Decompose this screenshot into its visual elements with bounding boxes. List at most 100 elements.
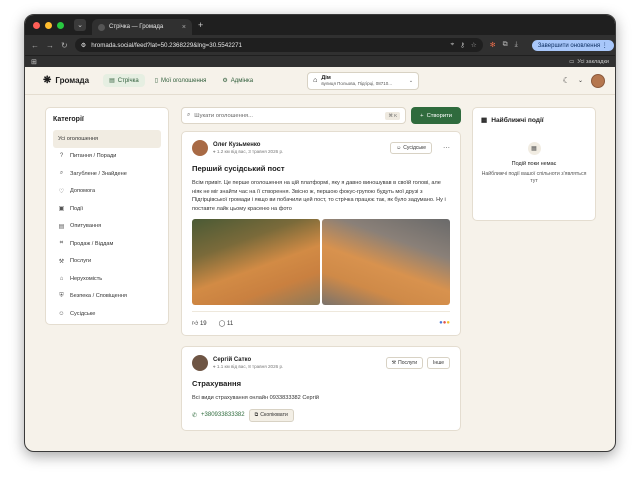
- create-button[interactable]: + Створити: [411, 107, 461, 124]
- author-avatar[interactable]: [192, 140, 208, 156]
- category-icon: ⌗: [59, 240, 64, 247]
- categories-title: Категорії: [53, 116, 84, 123]
- category-item[interactable]: ⌕ Загублене / Знайдене: [53, 165, 161, 183]
- bookmarks-bar: ⊞ ▭ Усі закладки: [25, 55, 615, 67]
- post-author[interactable]: Сергій Сатко: [213, 357, 283, 363]
- browser-window: ⌄ Стрічка — Громада × + ← → ↻ ⚙ hromada.…: [24, 14, 616, 452]
- subcategory-badge-label: Інше: [433, 360, 444, 367]
- chevron-down-icon[interactable]: ⌄: [578, 77, 583, 84]
- author-avatar[interactable]: [192, 355, 208, 372]
- tab-search-icon[interactable]: ⌄: [74, 19, 86, 31]
- location-icon[interactable]: ⌖: [450, 41, 454, 49]
- site-info-icon[interactable]: ⚙: [81, 42, 87, 49]
- feed-icon: ▤: [109, 78, 115, 84]
- new-tab-icon[interactable]: +: [198, 20, 203, 30]
- category-icon: ▣: [58, 206, 65, 213]
- close-tab-icon[interactable]: ×: [182, 24, 186, 31]
- category-item[interactable]: ⛨ Безпека / Сповіщення: [53, 288, 161, 306]
- reaction-emojis[interactable]: ●●●: [439, 320, 450, 326]
- all-bookmarks[interactable]: ▭ Усі закладки: [569, 59, 609, 65]
- bookmark-star-icon[interactable]: ☆: [471, 41, 477, 49]
- category-label: Загублене / Знайдене: [70, 170, 127, 177]
- category-icon: ⌂: [59, 275, 64, 282]
- category-label: Допомога: [70, 188, 96, 195]
- browser-tab[interactable]: Стрічка — Громада ×: [92, 19, 192, 35]
- category-item[interactable]: ⚒ Послуги: [53, 253, 161, 271]
- category-icon: ⌕: [59, 170, 64, 177]
- copy-button[interactable]: ⧉ Скопіювати: [248, 408, 294, 422]
- url-field[interactable]: ⚙ hromada.social/feed?lat=50.2368229&lng…: [74, 38, 483, 52]
- subcategory-badge[interactable]: Інше: [427, 357, 450, 370]
- post-reactions: 👍︎ 19 ◯ 11 ●●●: [192, 311, 450, 327]
- calendar-icon: ▦: [481, 117, 488, 124]
- calendar-empty-icon: ▦: [527, 142, 541, 155]
- post-body: Всім привіт. Це перше оголошення на цій …: [192, 180, 446, 212]
- categories-panel: Категорії Усі оголошення ? Питання / Порад…: [45, 107, 169, 325]
- password-key-icon[interactable]: ⚷: [460, 41, 465, 49]
- category-item[interactable]: ⌗ Продаж / Віддам: [53, 235, 161, 253]
- cat-photo[interactable]: [322, 219, 450, 306]
- comment-button[interactable]: ◯ 11: [219, 320, 234, 327]
- post-card[interactable]: Олег Кузьменко ⌖ 1.2 км від вас, 3 травн…: [181, 131, 461, 337]
- copy-button-label: Скопіювати: [260, 411, 288, 418]
- create-button-label: Створити: [426, 112, 452, 119]
- category-item[interactable]: ⌂ Нерухомість: [53, 270, 161, 288]
- maximize-window-button[interactable]: [57, 21, 64, 29]
- category-item[interactable]: Усі оголошення: [53, 130, 161, 148]
- nav-feed-label: Стрічка: [117, 77, 139, 84]
- category-label: Сусідське: [70, 310, 96, 317]
- update-browser-button[interactable]: Завершити оновлення ⋮: [531, 39, 614, 51]
- user-avatar[interactable]: [591, 73, 605, 88]
- minimize-window-button[interactable]: [45, 21, 52, 29]
- category-item[interactable]: ☺ Сусідське: [53, 305, 161, 323]
- feed: ⌕ Шукати оголошення... ⌘ K + Створити Ол…: [181, 107, 461, 441]
- window-controls: [33, 21, 64, 29]
- category-icon: ?: [59, 153, 64, 160]
- location-address: вулиця Польова, Підгірці, 08710...: [321, 81, 392, 86]
- category-icon: ♡: [58, 188, 65, 195]
- nav-feed[interactable]: ▤ Стрічка: [103, 74, 145, 87]
- nav-admin[interactable]: ⚙ Адмінка: [216, 74, 259, 87]
- reload-icon[interactable]: ↻: [61, 41, 68, 50]
- main-content: Категорії Усі оголошення ? Питання / Порад…: [25, 95, 615, 433]
- search-input[interactable]: ⌕ Шукати оголошення... ⌘ K: [181, 107, 407, 124]
- cat-photo[interactable]: [192, 219, 320, 306]
- document-icon: ▯: [154, 78, 159, 84]
- events-hint-text: Найближчі події вашої спільноти з'являть…: [481, 171, 587, 185]
- search-placeholder: Шукати оголошення...: [194, 112, 253, 119]
- apps-grid-icon[interactable]: ⊞: [31, 58, 37, 66]
- extensions-puzzle-icon[interactable]: ⧉: [503, 41, 508, 49]
- all-bookmarks-label: Усі закладки: [577, 58, 609, 65]
- category-label: Усі оголошення: [58, 135, 99, 142]
- post-meta: 1.2 км від вас, 3 травня 2026 р.: [216, 149, 284, 154]
- category-badge[interactable]: ☺ Сусідське: [390, 142, 432, 154]
- brand-logo[interactable]: ❋ Громада: [43, 75, 89, 86]
- nav-my-ads[interactable]: ▯ Мої оголошення: [149, 74, 213, 87]
- forward-icon[interactable]: →: [46, 41, 54, 50]
- app-header: ❋ Громада ▤ Стрічка ▯ Мої оголошення ⚙ А…: [25, 67, 615, 95]
- post-title: Страхування: [192, 379, 241, 389]
- update-button-label: Завершити оновлення: [537, 42, 601, 49]
- category-label: Послуги: [70, 258, 92, 265]
- folder-icon: ▭: [569, 58, 575, 65]
- like-button[interactable]: 👍︎ 19: [192, 319, 207, 327]
- location-selector[interactable]: ⌂ Дім вулиця Польова, Підгірці, 08710...…: [307, 71, 420, 90]
- back-icon[interactable]: ←: [31, 41, 39, 50]
- more-options-icon[interactable]: ⋯: [443, 144, 450, 152]
- copy-icon: ⧉: [254, 411, 259, 418]
- close-window-button[interactable]: [33, 21, 40, 29]
- category-item[interactable]: ▣ Події: [53, 200, 161, 218]
- extension-icon[interactable]: ✻: [490, 41, 496, 49]
- phone-link[interactable]: +380933833382: [201, 412, 245, 418]
- theme-toggle-icon[interactable]: ☾: [563, 76, 570, 85]
- category-badge[interactable]: ⚒ Послуги: [385, 357, 424, 370]
- category-item[interactable]: ▤ Опитування: [53, 218, 161, 236]
- category-icon: ⚒: [58, 258, 65, 265]
- category-item[interactable]: ? Питання / Поради: [53, 148, 161, 166]
- post-meta: 1.1 км від вас, 8 травня 2026 р.: [216, 364, 284, 370]
- nav-admin-label: Адмінка: [230, 77, 254, 84]
- category-item[interactable]: ♡ Допомога: [53, 183, 161, 201]
- post-author[interactable]: Олег Кузьменко: [213, 142, 283, 148]
- post-card[interactable]: Сергій Сатко ⌖ 1.1 км від вас, 8 травня …: [181, 346, 461, 431]
- download-icon[interactable]: ⤓: [515, 41, 518, 49]
